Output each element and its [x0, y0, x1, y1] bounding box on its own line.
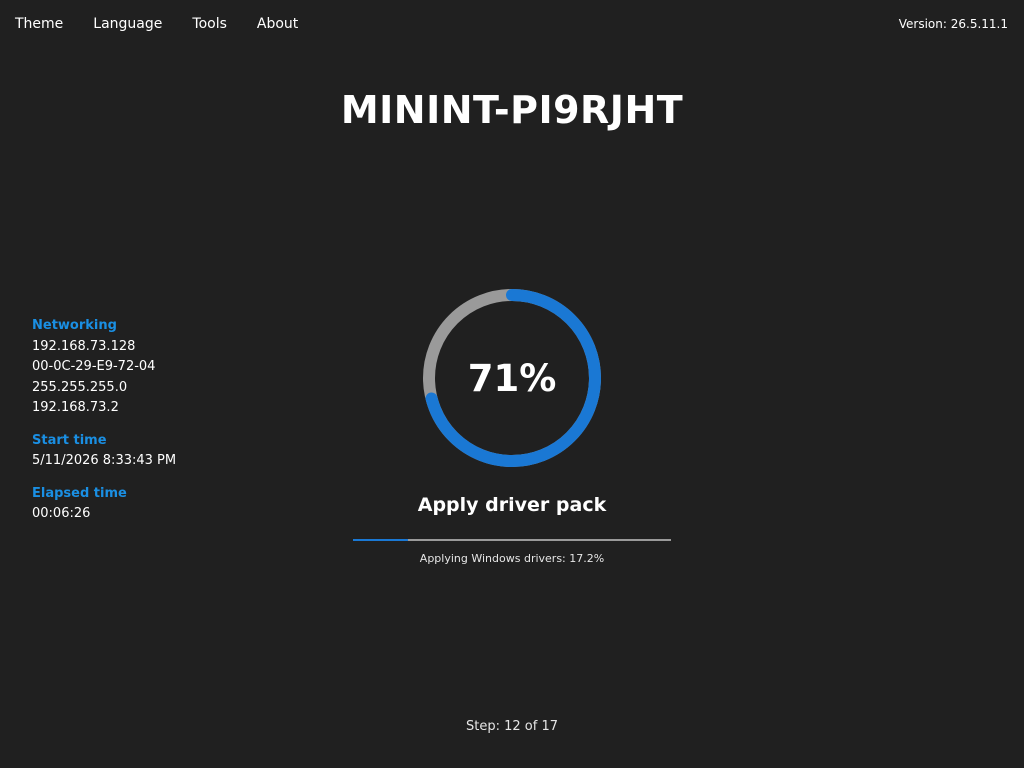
menu-bar: Theme Language Tools About [15, 16, 298, 32]
menu-tools[interactable]: Tools [192, 16, 227, 32]
step-status-text: Applying Windows drivers: 17.2% [419, 552, 605, 565]
version-label: Version: 26.5.11.1 [898, 17, 1008, 31]
menu-language[interactable]: Language [93, 16, 162, 32]
computer-name: MININT-PI9RJHT [340, 88, 684, 132]
step-progress-fill [353, 539, 408, 541]
overall-progress-ring: 71% [421, 287, 603, 469]
menu-about[interactable]: About [257, 16, 298, 32]
deployment-progress-screen: Theme Language Tools About Version: 26.5… [0, 0, 1024, 768]
subnet-mask: 255.255.255.0 [32, 379, 128, 395]
current-step-title: Apply driver pack [417, 494, 607, 516]
overall-percent: 71% [467, 356, 557, 400]
menu-theme[interactable]: Theme [15, 16, 63, 32]
start-time-heading: Start time [32, 432, 107, 448]
ip-address: 192.168.73.128 [32, 338, 136, 354]
start-time-value: 5/11/2026 8:33:43 PM [32, 453, 177, 468]
networking-heading: Networking [32, 318, 117, 333]
step-counter: Step: 12 of 17 [466, 719, 558, 734]
step-progress-bar [353, 539, 671, 541]
default-gateway: 192.168.73.2 [32, 400, 119, 415]
networking-section: Networking 192.168.73.128 00-0C-29-E9-72… [32, 316, 176, 419]
start-time-section: Start time 5/11/2026 8:33:43 PM [32, 431, 176, 472]
mac-address: 00-0C-29-E9-72-04 [32, 359, 156, 374]
